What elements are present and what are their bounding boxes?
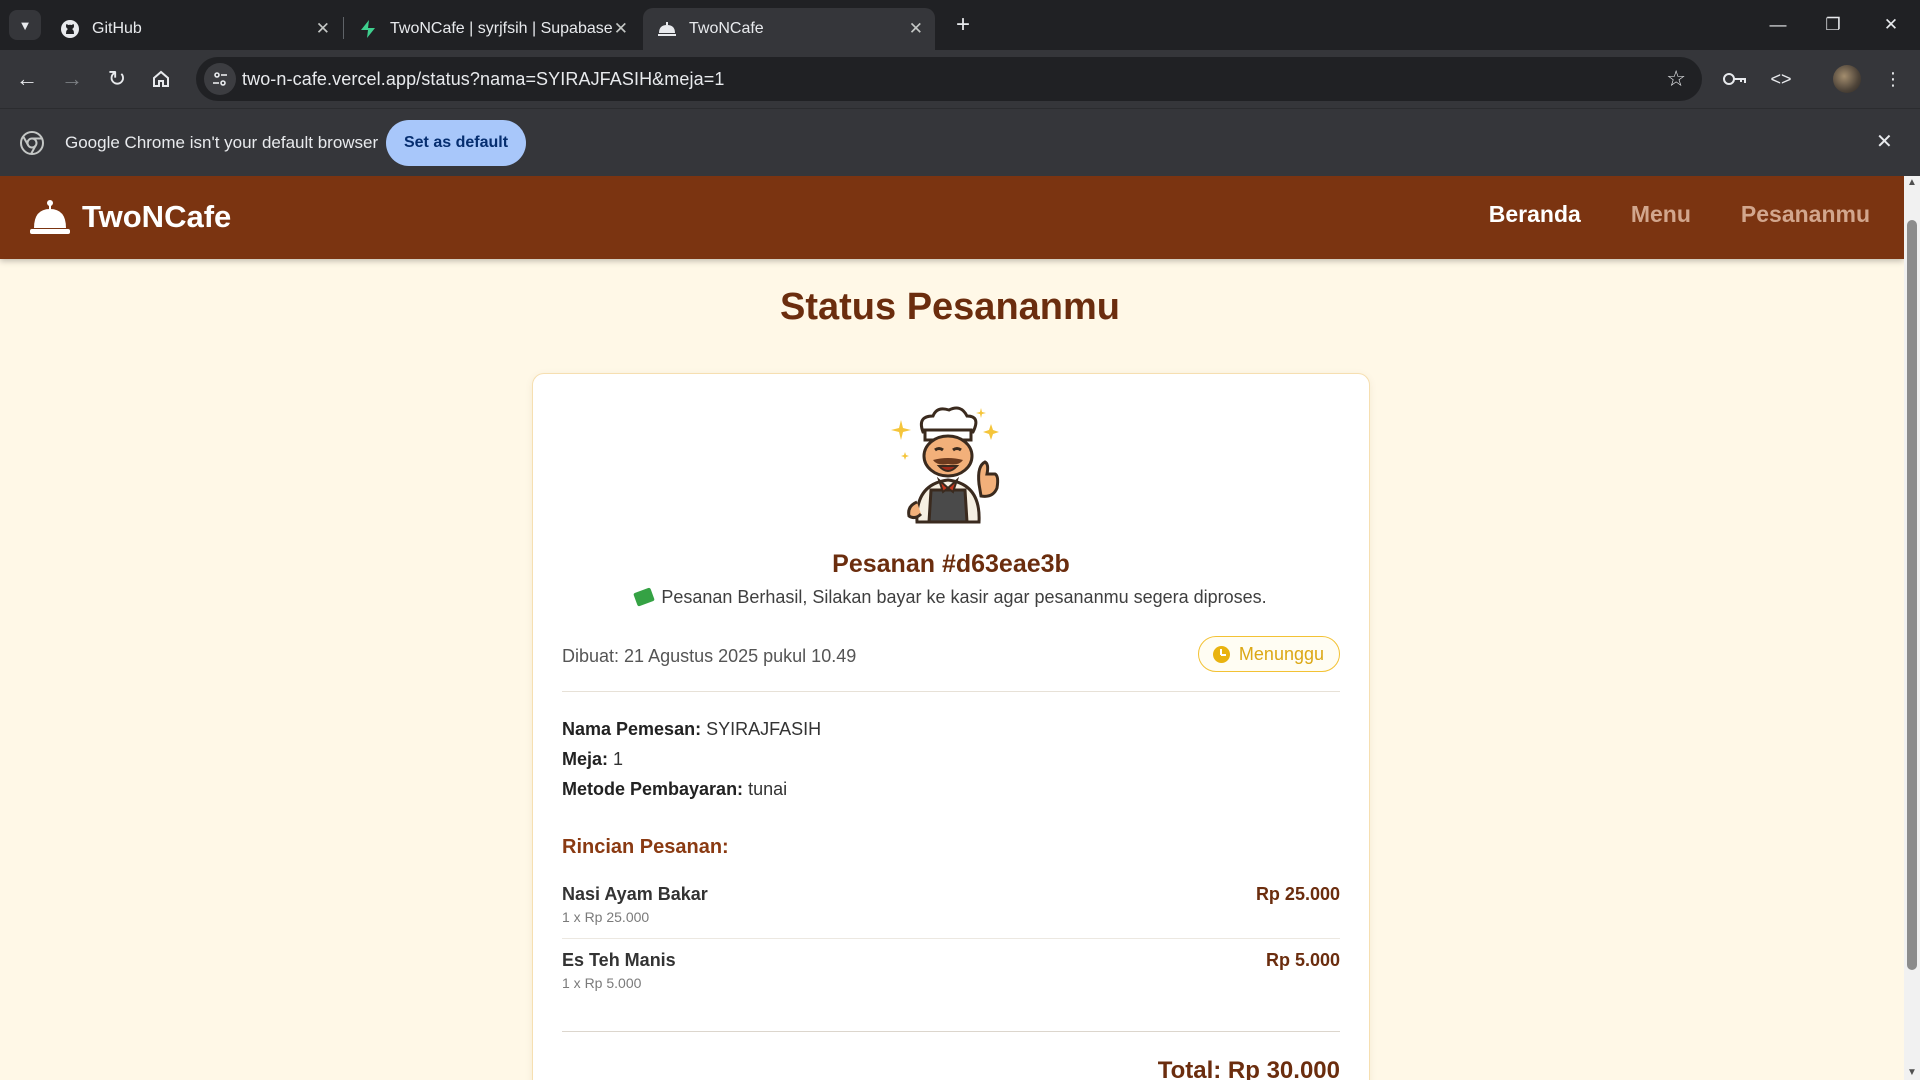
tab-github[interactable]: GitHub ✕ [46,8,342,50]
tune-icon [213,72,227,86]
site-nav-links: Beranda Menu Pesananmu [1489,201,1870,228]
cloche-icon [657,19,677,39]
site-info-button[interactable] [204,63,236,95]
close-icon[interactable]: ✕ [1876,129,1893,154]
table-value: 1 [613,749,624,769]
page-viewport: TwoNCafe Beranda Menu Pesananmu Status P… [0,176,1904,1080]
minimize-button[interactable]: — [1755,10,1801,40]
customer-name-label: Nama Pemesan: [562,719,702,739]
github-icon [60,19,80,39]
nav-link-pesananmu[interactable]: Pesananmu [1741,201,1870,228]
chrome-menu-button[interactable]: ⋮ [1876,62,1910,96]
close-icon[interactable]: ✕ [316,19,330,39]
item-subtotal: Rp 5.000 [1265,950,1340,970]
clock-icon [1212,645,1230,663]
close-icon[interactable]: ✕ [614,19,628,39]
chef-mascot-image [891,406,1000,524]
tab-title: TwoNCafe [689,20,764,37]
customer-name-value: SYIRAJFASIH [706,719,822,739]
devtools-button[interactable]: <> [1764,62,1798,96]
default-browser-infobar: Google Chrome isn't your default browser… [0,108,1920,176]
order-details-title: Rincian Pesanan: [562,836,729,858]
scroll-down-arrow-icon[interactable]: ▼ [1907,1068,1917,1078]
address-bar[interactable]: two-n-cafe.vercel.app/status?nama=SYIRAJ… [196,57,1702,101]
table-label: Meja: [562,749,609,769]
tab-search-button[interactable]: ▼ [9,10,41,40]
plus-icon: + [955,11,970,38]
order-success-message: Pesanan Berhasil, Silakan bayar ke kasir… [533,587,1369,608]
close-icon: ✕ [1883,15,1899,34]
divider [562,1031,1340,1032]
browser-toolbar: ← → ↻ two-n-cafe.vercel.app/status?nama=… [0,50,1920,108]
nav-link-beranda[interactable]: Beranda [1489,201,1581,228]
money-icon [633,587,656,607]
back-button[interactable]: ← [10,62,44,96]
chevron-down-icon: ▼ [18,17,32,33]
brand-logo[interactable]: TwoNCafe [30,196,231,238]
order-created-time: Dibuat: 21 Agustus 2025 pukul 10.49 [562,646,857,666]
payment-method-row: Metode Pembayaran: tunai [562,779,787,800]
item-name: Nasi Ayam Bakar [562,884,708,904]
divider [562,938,1340,939]
page-title: Status Pesananmu [780,286,1120,328]
new-tab-button[interactable]: + [948,10,978,40]
key-icon [1723,73,1746,85]
order-total: Total: Rp 30.000 [1157,1057,1340,1080]
divider [562,691,1340,692]
set-as-default-button[interactable]: Set as default [386,120,526,166]
item-name: Es Teh Manis [562,950,676,970]
tab-supabase[interactable]: TwoNCafe | syrjfsih | Supabase ✕ [344,8,640,50]
reload-button[interactable]: ↻ [100,62,134,96]
supabase-icon [358,19,378,39]
close-window-button[interactable]: ✕ [1868,10,1914,40]
item-subtotal: Rp 25.000 [1255,884,1340,904]
tab-title: TwoNCafe | syrjfsih | Supabase [390,20,613,37]
customer-name-row: Nama Pemesan: SYIRAJFASIH [562,719,821,740]
page-scrollbar[interactable]: ▲ ▼ [1904,176,1920,1080]
reload-icon: ↻ [107,66,127,91]
password-key-button[interactable] [1718,62,1752,96]
tab-twoncafe[interactable]: TwoNCafe ✕ [643,8,935,50]
minimize-icon: — [1769,15,1787,34]
scroll-up-arrow-icon[interactable]: ▲ [1907,178,1917,188]
payment-method-label: Metode Pembayaran: [562,779,744,799]
bookmark-star-icon[interactable]: ☆ [1666,66,1686,92]
code-icon: <> [1770,68,1792,89]
restore-icon: ❐ [1825,15,1841,34]
order-number: Pesanan #d63eae3b [832,550,1070,578]
tab-strip: ▼ GitHub ✕ TwoNCafe | syrjfsih | Supabas… [0,0,1920,50]
close-icon[interactable]: ✕ [909,19,923,39]
home-icon [153,70,169,87]
item-qty-price: 1 x Rp 25.000 [562,909,650,925]
arrow-left-icon: ← [16,66,38,91]
order-success-text: Pesanan Berhasil, Silakan bayar ke kasir… [661,587,1267,607]
status-badge: Menunggu [1197,636,1340,672]
site-navbar: TwoNCafe Beranda Menu Pesananmu [0,176,1904,259]
profile-avatar[interactable] [1833,65,1861,93]
url-text[interactable]: two-n-cafe.vercel.app/status?nama=SYIRAJ… [242,69,724,90]
kebab-menu-icon: ⋮ [1884,68,1902,89]
tab-title: GitHub [92,20,142,37]
restore-button[interactable]: ❐ [1810,10,1856,40]
order-item: Es Teh Manis 1 x Rp 5.000 Rp 5.000 [562,950,1340,991]
nav-link-menu[interactable]: Menu [1631,201,1691,228]
home-button[interactable] [144,62,178,96]
chrome-logo-icon [20,131,44,155]
item-qty-price: 1 x Rp 5.000 [562,975,642,991]
order-item: Nasi Ayam Bakar 1 x Rp 25.000 Rp 25.000 [562,884,1340,925]
forward-button[interactable]: → [55,62,89,96]
status-label: Menunggu [1238,643,1324,664]
payment-method-value: tunai [748,779,788,799]
table-row: Meja: 1 [562,749,623,770]
arrow-right-icon: → [61,66,83,91]
scrollbar-thumb[interactable] [1907,220,1917,970]
order-status-card: Pesanan #d63eae3b Pesanan Berhasil, Sila… [532,373,1370,1080]
infobar-message: Google Chrome isn't your default browser [65,133,379,152]
brand-name: TwoNCafe [82,199,232,234]
cloche-icon [30,200,70,234]
